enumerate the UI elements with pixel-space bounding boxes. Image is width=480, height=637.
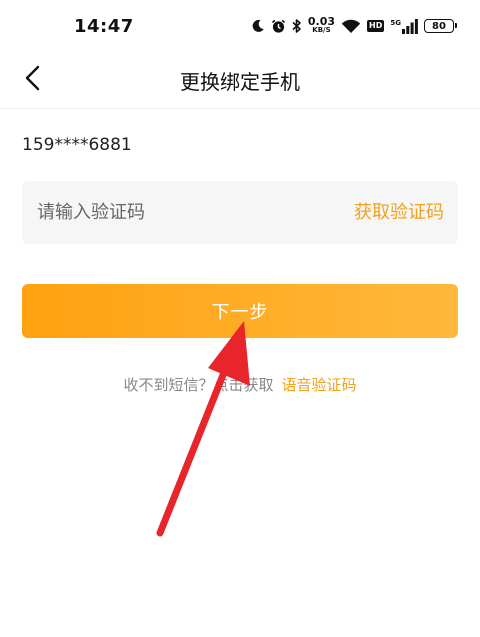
nav-header: 更换绑定手机 bbox=[0, 52, 480, 109]
sms-hint: 收不到短信？点击获取 语音验证码 bbox=[0, 374, 480, 395]
cellular-signal-icon: 5G bbox=[390, 18, 418, 34]
verification-code-input[interactable] bbox=[22, 181, 322, 244]
network-speed-unit: KB/S bbox=[312, 26, 331, 34]
hd-icon: HD bbox=[367, 20, 385, 32]
next-step-button[interactable]: 下一步 bbox=[22, 284, 458, 338]
arrow-icon bbox=[156, 321, 250, 537]
sms-hint-text: 收不到短信？点击获取 bbox=[123, 376, 274, 394]
verification-code-row: 获取验证码 bbox=[22, 181, 458, 244]
status-time: 14:47 bbox=[74, 16, 134, 37]
moon-icon bbox=[251, 19, 265, 33]
get-code-button[interactable]: 获取验证码 bbox=[354, 181, 444, 244]
status-icons: 0.03 KB/S HD 5G 80 bbox=[251, 14, 457, 38]
current-phone-number: 159****6881 bbox=[22, 135, 132, 155]
network-speed: 0.03 KB/S bbox=[307, 15, 336, 35]
status-bar: 14:47 0.03 KB/S HD 5G 80 bbox=[0, 0, 480, 52]
network-speed-value: 0.03 bbox=[307, 15, 336, 28]
alarm-icon bbox=[271, 19, 286, 34]
voice-code-link[interactable]: 语音验证码 bbox=[282, 376, 357, 394]
signal-type-label: 5G bbox=[390, 18, 401, 27]
battery-icon: 80 bbox=[424, 19, 457, 33]
wifi-icon bbox=[341, 19, 361, 34]
bluetooth-icon bbox=[292, 18, 302, 34]
page-title: 更换绑定手机 bbox=[180, 70, 300, 94]
